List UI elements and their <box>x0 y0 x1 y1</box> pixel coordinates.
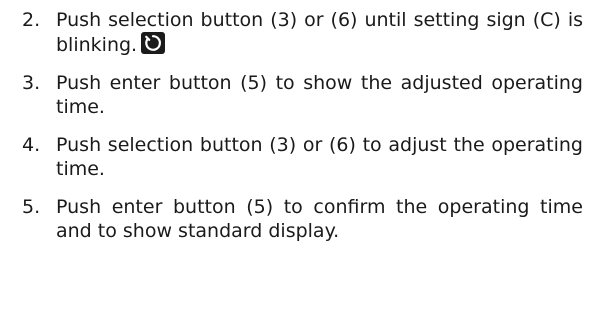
step-number: 3. <box>22 72 41 94</box>
step-text: Push enter button (5) to show the adjust… <box>56 72 583 118</box>
step-text: Push selection button (3) or (6) until s… <box>56 9 583 56</box>
step-4: 4. Push selection button (3) or (6) to a… <box>0 133 583 181</box>
step-text-wrapper: Push selection button (3) or (6) until s… <box>56 8 583 57</box>
step-5: 5. Push enter button (5) to confirm the … <box>0 195 583 243</box>
instruction-page: 2. Push selection button (3) or (6) unti… <box>0 8 591 328</box>
step-number: 4. <box>22 134 41 156</box>
instruction-steps: 2. Push selection button (3) or (6) unti… <box>0 8 583 243</box>
timer-icon-graphic <box>145 35 162 51</box>
step-3: 3. Push enter button (5) to show the adj… <box>0 71 583 119</box>
timer-icon <box>141 32 166 54</box>
step-number: 2. <box>22 9 41 31</box>
step-text: Push enter button (5) to confirm the ope… <box>56 196 583 242</box>
step-number: 5. <box>22 196 41 218</box>
step-text: Push selection button (3) or (6) to adju… <box>56 134 583 180</box>
step-2: 2. Push selection button (3) or (6) unti… <box>0 8 583 57</box>
